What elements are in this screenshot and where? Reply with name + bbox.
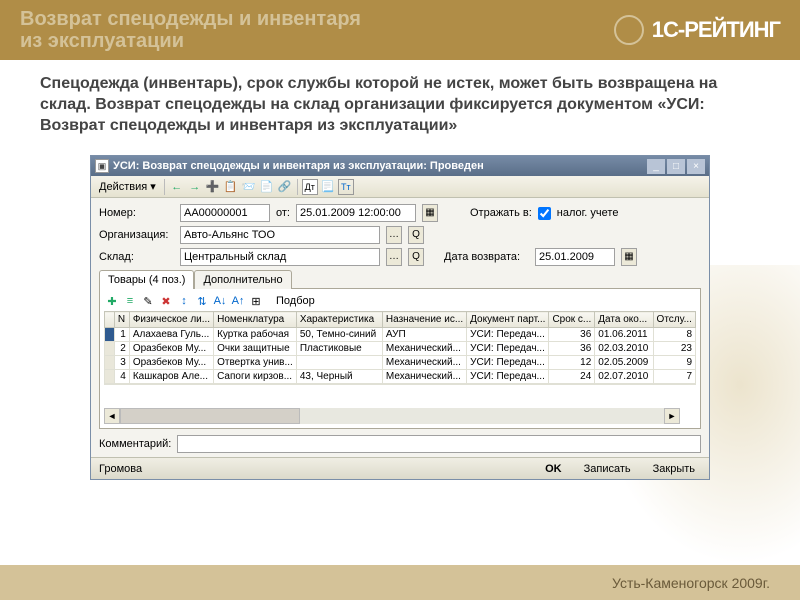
slide-title: Возврат спецодежды и инвентаря из эксплу…	[20, 8, 614, 52]
toolbar: Действия ▾ ← → ➕ 📋 📨 📄 🔗 Дт 📃 Тт	[91, 176, 709, 198]
ok-button[interactable]: OK	[539, 461, 568, 477]
table-toolbar: ✚ ≡ ✎ ✖ ↕ ⇅ A↓ A↑ ⊞ Подбор	[104, 293, 696, 309]
slide-footer: Усть-Каменогорск 2009г.	[0, 565, 800, 600]
window-close-icon[interactable]: ×	[687, 159, 705, 174]
nav-forward-icon[interactable]: →	[187, 179, 203, 195]
footer-text: Усть-Каменогорск 2009г.	[612, 575, 770, 591]
window-icon: ▣	[95, 159, 109, 173]
warehouse-select-icon[interactable]: …	[386, 248, 402, 266]
window-titlebar: ▣ УСИ: Возврат спецодежды и инвентаря из…	[91, 156, 709, 176]
org-label: Организация:	[99, 229, 174, 241]
row-marker[interactable]	[105, 328, 115, 342]
number-label: Номер:	[99, 207, 174, 219]
slide-description: Спецодежда (инвентарь), срок службы кото…	[0, 60, 800, 150]
statusbar: Громова OK Записать Закрыть	[91, 457, 709, 479]
date-input[interactable]: 25.01.2009 12:00:00	[296, 204, 416, 222]
reflect-tax-checkbox[interactable]	[538, 207, 551, 220]
table-header[interactable]: Документ парт...	[467, 312, 549, 328]
table-header[interactable]: Номенклатура	[214, 312, 297, 328]
form-header: Номер: АА00000001 от: 25.01.2009 12:00:0…	[91, 198, 709, 431]
number-input[interactable]: АА00000001	[180, 204, 270, 222]
date-label: от:	[276, 207, 290, 219]
org-search-icon[interactable]: Q	[408, 226, 424, 244]
org-select-icon[interactable]: …	[386, 226, 402, 244]
fill-icon[interactable]: ⊞	[248, 293, 264, 309]
sort-desc-icon[interactable]: A↑	[230, 293, 246, 309]
window-title: УСИ: Возврат спецодежды и инвентаря из э…	[113, 160, 647, 172]
row-down-icon[interactable]: ⇅	[194, 293, 210, 309]
window-maximize-icon[interactable]: □	[667, 159, 685, 174]
close-button[interactable]: Закрыть	[647, 461, 701, 477]
goods-table: NФизическое ли...НоменклатураХарактерист…	[104, 311, 696, 384]
report-icon[interactable]: Дт	[302, 179, 318, 195]
scroll-left-icon[interactable]: ◄	[104, 408, 120, 424]
logo-icon	[614, 15, 644, 45]
tab-additional[interactable]: Дополнительно	[194, 270, 291, 289]
comment-label: Комментарий:	[99, 438, 171, 450]
table-row[interactable]: 4Кашкаров Але...Сапоги кирзов...43, Черн…	[105, 370, 696, 384]
comment-input[interactable]	[177, 435, 701, 453]
table-header[interactable]: Дата око...	[595, 312, 653, 328]
print-icon[interactable]: 📃	[320, 179, 336, 195]
table-row[interactable]: 2Оразбеков Му...Очки защитныеПластиковые…	[105, 342, 696, 356]
return-date-label: Дата возврата:	[444, 251, 529, 263]
tab-content: ✚ ≡ ✎ ✖ ↕ ⇅ A↓ A↑ ⊞ Подбор NФизическое л…	[99, 288, 701, 429]
logo-text: 1С-РЕЙТИНГ	[652, 18, 780, 42]
warehouse-input[interactable]: Центральный склад	[180, 248, 380, 266]
warehouse-search-icon[interactable]: Q	[408, 248, 424, 266]
warehouse-label: Склад:	[99, 251, 174, 263]
post-icon[interactable]: 📨	[241, 179, 257, 195]
row-edit-icon[interactable]: ✎	[140, 293, 156, 309]
copy-icon[interactable]: 📋	[223, 179, 239, 195]
document-icon[interactable]: 📄	[259, 179, 275, 195]
row-marker[interactable]	[105, 370, 115, 384]
logo: 1С-РЕЙТИНГ	[614, 15, 780, 45]
window-minimize-icon[interactable]: _	[647, 159, 665, 174]
row-delete-icon[interactable]: ✖	[158, 293, 174, 309]
org-input[interactable]: Авто-Альянс ТОО	[180, 226, 380, 244]
row-add-icon[interactable]: ✚	[104, 293, 120, 309]
row-up-icon[interactable]: ↕	[176, 293, 192, 309]
slide-banner: Возврат спецодежды и инвентаря из эксплу…	[0, 0, 800, 60]
table-header[interactable]: Характеристика	[296, 312, 382, 328]
add-icon[interactable]: ➕	[205, 179, 221, 195]
table-row[interactable]: 1Алахаева Гуль...Куртка рабочая50, Темно…	[105, 328, 696, 342]
row-marker[interactable]	[105, 356, 115, 370]
sort-asc-icon[interactable]: A↓	[212, 293, 228, 309]
table-header[interactable]: Назначение ис...	[382, 312, 466, 328]
reflect-checkbox-label: налог. учете	[557, 207, 619, 219]
reflect-label: Отражать в:	[470, 207, 532, 219]
nav-back-icon[interactable]: ←	[169, 179, 185, 195]
return-calendar-icon[interactable]: ▦	[621, 248, 637, 266]
table-scroll-area: ◄ ►	[104, 384, 696, 424]
table-header[interactable]: N	[114, 312, 129, 328]
row-marker[interactable]	[105, 342, 115, 356]
return-date-input[interactable]: 25.01.2009	[535, 248, 615, 266]
comment-row: Комментарий:	[91, 431, 709, 457]
scroll-right-icon[interactable]: ►	[664, 408, 680, 424]
save-button[interactable]: Записать	[578, 461, 637, 477]
table-header[interactable]: Отслу...	[653, 312, 695, 328]
horizontal-scrollbar[interactable]: ◄ ►	[104, 408, 680, 424]
tab-goods[interactable]: Товары (4 поз.)	[99, 270, 194, 289]
app-window: ▣ УСИ: Возврат спецодежды и инвентаря из…	[90, 155, 710, 480]
calendar-icon[interactable]: ▦	[422, 204, 438, 222]
status-user: Громова	[99, 463, 529, 475]
table-row[interactable]: 3Оразбеков Му...Отвертка унив...Механиче…	[105, 356, 696, 370]
slide-title-line1: Возврат спецодежды и инвентаря	[20, 8, 614, 30]
row-insert-icon[interactable]: ≡	[122, 293, 138, 309]
settings-icon[interactable]: Тт	[338, 179, 354, 195]
slide-title-line2: из эксплуатации	[20, 30, 614, 52]
table-header[interactable]: Физическое ли...	[129, 312, 213, 328]
table-header[interactable]: Срок с...	[549, 312, 595, 328]
actions-menu[interactable]: Действия ▾	[95, 178, 160, 195]
selection-button[interactable]: Подбор	[272, 293, 319, 309]
scroll-thumb[interactable]	[120, 408, 300, 424]
link-icon[interactable]: 🔗	[277, 179, 293, 195]
